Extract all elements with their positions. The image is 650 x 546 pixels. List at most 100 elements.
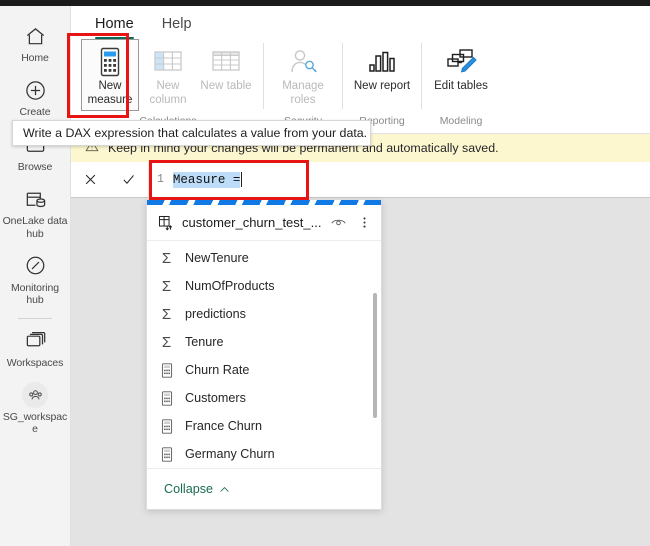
field-label: France Churn bbox=[185, 419, 262, 433]
rail-label-create: Create bbox=[19, 106, 51, 119]
panel-scrollbar[interactable] bbox=[373, 293, 377, 418]
new-measure-label: New measure bbox=[87, 80, 133, 106]
collapse-label: Collapse bbox=[164, 482, 214, 496]
app-root: Home Create Browse OneLake data hub Moni… bbox=[0, 0, 650, 546]
ribbon-group-modeling: Edit tables Modeling bbox=[430, 39, 492, 127]
onelake-data-hub-icon bbox=[22, 186, 48, 212]
rail-label-workspaces: Workspaces bbox=[6, 356, 64, 369]
list-item[interactable]: Customers bbox=[147, 384, 381, 412]
rail-label-monitoring-hub: Monitoring hub bbox=[10, 281, 60, 307]
eye-icon[interactable] bbox=[329, 213, 348, 232]
ribbon-group-reporting: New report Reporting bbox=[351, 39, 413, 127]
new-table-button[interactable]: New table bbox=[197, 39, 255, 111]
rail-divider bbox=[18, 317, 52, 319]
formula-line-number: 1 bbox=[157, 173, 164, 186]
formula-bar-actions bbox=[71, 161, 149, 198]
new-measure-button[interactable]: New measure bbox=[81, 39, 139, 111]
ribbon: Home Help New measure New column New tab… bbox=[71, 6, 650, 134]
field-label: Germany Churn bbox=[185, 447, 275, 461]
home-icon bbox=[22, 23, 48, 49]
new-table-label: New table bbox=[200, 80, 252, 92]
monitoring-hub-icon bbox=[22, 253, 48, 279]
rail-item-monitoring-hub[interactable]: Monitoring hub bbox=[0, 246, 71, 313]
panel-footer: Collapse bbox=[147, 469, 381, 509]
manage-roles-icon bbox=[287, 44, 319, 80]
field-label: Churn Rate bbox=[185, 363, 250, 377]
ribbon-divider bbox=[342, 43, 343, 109]
rail-label-onelake-data-hub: OneLake data hub bbox=[2, 215, 68, 240]
calculator-icon bbox=[96, 44, 124, 80]
workspaces-icon bbox=[22, 328, 48, 354]
table-refresh-icon bbox=[156, 213, 175, 232]
list-item[interactable]: Σ predictions bbox=[147, 300, 381, 328]
field-label: predictions bbox=[185, 307, 246, 321]
formula-text: Measure = bbox=[172, 171, 241, 188]
table-icon bbox=[210, 44, 242, 80]
manage-roles-button[interactable]: Manage roles bbox=[272, 39, 334, 111]
measure-icon bbox=[159, 362, 174, 378]
rail-label-browse: Browse bbox=[17, 160, 53, 173]
field-label: Customers bbox=[185, 391, 246, 405]
more-vertical-icon[interactable] bbox=[355, 213, 374, 232]
tab-home[interactable]: Home bbox=[83, 11, 146, 39]
formula-input[interactable]: 1 Measure = bbox=[149, 162, 650, 198]
list-item[interactable]: Germany Churn bbox=[147, 440, 381, 468]
new-report-label: New report bbox=[353, 80, 411, 92]
list-item[interactable]: Measure bbox=[147, 468, 381, 469]
field-label: NewTenure bbox=[185, 251, 249, 265]
field-list: Σ NewTenure Σ NumOfProducts Σ prediction… bbox=[147, 241, 381, 469]
rail-item-sg-workspace[interactable]: SG_workspace bbox=[0, 375, 71, 442]
panel-header: customer_churn_test_... bbox=[147, 205, 381, 241]
ribbon-tabs: Home Help bbox=[71, 6, 650, 39]
close-icon[interactable] bbox=[77, 167, 103, 193]
edit-tables-button[interactable]: Edit tables bbox=[430, 39, 492, 111]
rail-label-home: Home bbox=[21, 52, 49, 64]
checkmark-icon[interactable] bbox=[116, 167, 142, 193]
list-item[interactable]: Σ Tenure bbox=[147, 328, 381, 356]
list-item[interactable]: France Churn bbox=[147, 412, 381, 440]
ribbon-divider bbox=[421, 43, 422, 109]
field-label: NumOfProducts bbox=[185, 279, 275, 293]
tab-home-label: Home bbox=[95, 16, 134, 32]
sigma-icon: Σ bbox=[161, 305, 172, 323]
rail-item-create[interactable]: Create bbox=[0, 70, 71, 124]
edit-tables-label: Edit tables bbox=[434, 80, 488, 92]
sigma-icon: Σ bbox=[161, 249, 172, 267]
table-column-icon bbox=[152, 44, 184, 80]
ribbon-group-calculations: New measure New column New table bbox=[81, 39, 255, 127]
panel-title: customer_churn_test_... bbox=[182, 215, 322, 230]
edit-tables-icon bbox=[445, 44, 477, 80]
list-item[interactable]: Σ NumOfProducts bbox=[147, 272, 381, 300]
tooltip: Write a DAX expression that calculates a… bbox=[12, 120, 371, 146]
rail-item-home[interactable]: Home bbox=[0, 16, 71, 70]
manage-roles-label: Manage roles bbox=[282, 80, 324, 106]
rail-label-sg-workspace: SG_workspace bbox=[2, 411, 68, 436]
tab-help[interactable]: Help bbox=[150, 11, 204, 39]
rail-item-workspaces[interactable]: Workspaces bbox=[0, 321, 71, 375]
new-column-button[interactable]: New column bbox=[139, 39, 197, 111]
bar-chart-icon bbox=[366, 44, 398, 80]
measure-icon bbox=[159, 390, 174, 406]
field-suggestion-panel: customer_churn_test_... Σ NewTenure Σ Nu… bbox=[146, 199, 382, 510]
measure-icon bbox=[159, 446, 174, 462]
workspace-avatar-icon bbox=[22, 382, 48, 408]
dax-formula-bar: 1 Measure = bbox=[71, 161, 650, 198]
rail-item-onelake-data-hub[interactable]: OneLake data hub bbox=[0, 179, 71, 246]
tab-help-label: Help bbox=[161, 16, 192, 32]
list-item[interactable]: Churn Rate bbox=[147, 356, 381, 384]
left-nav-rail: Home Create Browse OneLake data hub Moni… bbox=[0, 6, 71, 546]
chevron-up-icon bbox=[220, 486, 229, 492]
list-item[interactable]: Σ NewTenure bbox=[147, 244, 381, 272]
new-report-button[interactable]: New report bbox=[351, 39, 413, 111]
ribbon-groups: New measure New column New table Manage … bbox=[71, 39, 650, 133]
plus-circle-icon bbox=[22, 77, 48, 103]
tooltip-text: Write a DAX expression that calculates a… bbox=[23, 126, 368, 140]
ribbon-group-security: Manage roles Security bbox=[272, 39, 334, 127]
field-label: Tenure bbox=[185, 335, 224, 349]
collapse-button[interactable]: Collapse bbox=[164, 482, 231, 496]
measure-icon bbox=[159, 418, 174, 434]
text-caret bbox=[241, 172, 243, 187]
ribbon-group-label-modeling: Modeling bbox=[439, 115, 483, 127]
ribbon-divider bbox=[263, 43, 264, 109]
sigma-icon: Σ bbox=[161, 333, 172, 351]
